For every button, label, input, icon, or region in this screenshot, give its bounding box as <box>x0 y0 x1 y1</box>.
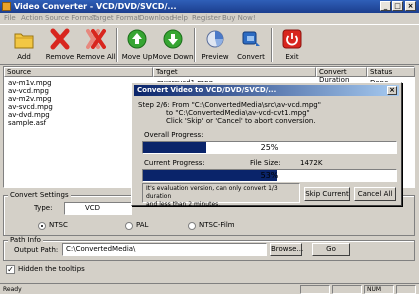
convert-dialog: Convert Video to VCD/DVD/SVCD/... × Step… <box>131 82 402 208</box>
remove-all-button[interactable]: Remove All <box>76 26 116 64</box>
move-down-button[interactable]: Move Down <box>153 26 193 64</box>
menu-source-format[interactable]: Source Format <box>45 14 96 23</box>
ntsc-radio[interactable] <box>38 222 46 230</box>
close-button[interactable]: × <box>405 1 416 11</box>
step-line: to "C:\ConvertedMedia\av-vcd-cvt1.mpg" <box>166 109 310 117</box>
column-convert-duration[interactable]: Convert Duration <box>316 67 367 84</box>
evaluation-notice: It's evaluation version, can only conver… <box>142 183 300 208</box>
menu-help[interactable]: Help <box>172 14 188 23</box>
list-item[interactable]: av-m2v.mpg <box>8 95 52 103</box>
current-progress-text: 53% <box>260 171 279 180</box>
cancel-all-button[interactable]: Cancel All <box>354 187 396 201</box>
dialog-close-button[interactable]: × <box>387 86 397 95</box>
power-icon <box>282 29 302 49</box>
status-num: NUM <box>364 285 394 294</box>
pal-label: PAL <box>136 221 149 229</box>
type-select[interactable]: VCD <box>64 202 132 215</box>
go-button[interactable]: Go <box>312 243 350 256</box>
browse-button[interactable]: Browse... <box>270 243 303 256</box>
current-progress-label: Current Progress: <box>144 159 205 167</box>
list-item[interactable]: av-dvd.mpg <box>8 111 50 119</box>
remove-button[interactable]: Remove <box>42 26 78 64</box>
remove-x-icon <box>50 28 70 50</box>
preview-pie-icon <box>206 30 224 48</box>
dialog-title: Convert Video to VCD/DVD/SVCD/... <box>137 86 277 94</box>
column-source[interactable]: Source <box>4 67 153 77</box>
minimize-button[interactable]: _ <box>380 1 391 11</box>
convert-button[interactable]: Convert <box>233 26 269 64</box>
status-pane <box>332 285 362 294</box>
file-size-value: 1472K <box>300 159 323 167</box>
menu-download[interactable]: Download <box>139 14 174 23</box>
output-path-field[interactable]: C:\ConvertedMedia\ <box>62 243 267 256</box>
window-title: Video Converter - VCD/DVD/SVCD/... <box>14 2 177 11</box>
path-info-label: Path Info <box>8 236 43 244</box>
menu-bar: File Action Source Format Target Format … <box>0 13 419 24</box>
notice-line: and less than 2 minutes. <box>146 201 221 208</box>
menu-register[interactable]: Register <box>192 14 221 23</box>
menu-action[interactable]: Action <box>21 14 43 23</box>
arrow-up-icon <box>127 29 147 49</box>
current-progress-bar: 53% <box>142 169 397 182</box>
skip-current-button[interactable]: Skip Current <box>304 187 350 201</box>
add-button[interactable]: Add <box>6 26 42 64</box>
menu-target-format[interactable]: Target Format <box>92 14 141 23</box>
dialog-title-bar: Convert Video to VCD/DVD/SVCD/... × <box>134 85 399 96</box>
pal-radio[interactable] <box>125 222 133 230</box>
output-path-label: Output Path: <box>14 246 59 254</box>
overall-progress-text: 25% <box>260 143 279 152</box>
status-pane <box>300 285 330 294</box>
column-status[interactable]: Status <box>367 67 415 77</box>
maximize-button[interactable]: □ <box>392 1 403 11</box>
menu-buy-now[interactable]: Buy Now! <box>222 14 256 23</box>
convert-settings-label: Convert Settings <box>8 191 71 199</box>
arrow-down-icon <box>163 29 183 49</box>
list-item[interactable]: sample.asf <box>8 119 46 127</box>
status-bar: Ready NUM <box>0 283 419 294</box>
exit-label: Exit <box>285 53 299 61</box>
list-item[interactable]: av-m1v.mpg <box>8 79 52 87</box>
list-item[interactable]: av-svcd.mpg <box>8 103 53 111</box>
remove-all-icon <box>86 29 106 49</box>
overall-progress-bar: 25% <box>142 141 397 154</box>
type-label: Type: <box>34 204 53 212</box>
convert-label: Convert <box>237 53 265 61</box>
folder-icon <box>14 33 34 49</box>
convert-icon <box>242 31 260 46</box>
step-line: Step 2/6: From "C:\ConvertedMedia\src\av… <box>138 101 321 109</box>
file-size-label: File Size: <box>250 159 281 167</box>
preview-button[interactable]: Preview <box>197 26 233 64</box>
move-down-label: Move Down <box>152 53 194 61</box>
title-bar: Video Converter - VCD/DVD/SVCD/... _ □ × <box>0 0 419 13</box>
ntsc-label: NTSC <box>49 221 68 229</box>
hide-tooltips-label: Hidden the tooltips <box>18 265 85 273</box>
notice-line: It's evaluation version, can only conver… <box>146 185 278 200</box>
step-line: Click 'Skip' or 'Cancel' to abort conver… <box>166 117 316 125</box>
column-target[interactable]: Target <box>153 67 316 77</box>
menu-file[interactable]: File <box>4 14 16 23</box>
toolbar: Add Remove Remove All Move Up Move Down <box>0 24 419 65</box>
move-up-button[interactable]: Move Up <box>119 26 155 64</box>
ntsc-film-radio[interactable] <box>188 222 196 230</box>
overall-progress-label: Overall Progress: <box>144 131 204 139</box>
list-item[interactable]: av-vcd.mpg <box>8 87 49 95</box>
remove-all-label: Remove All <box>76 53 116 61</box>
exit-button[interactable]: Exit <box>274 26 310 64</box>
ntsc-film-label: NTSC-Film <box>199 221 235 229</box>
status-pane <box>396 285 416 294</box>
app-icon <box>2 2 11 11</box>
status-text: Ready <box>3 286 22 293</box>
hide-tooltips-checkbox[interactable]: ✓ <box>6 265 15 274</box>
